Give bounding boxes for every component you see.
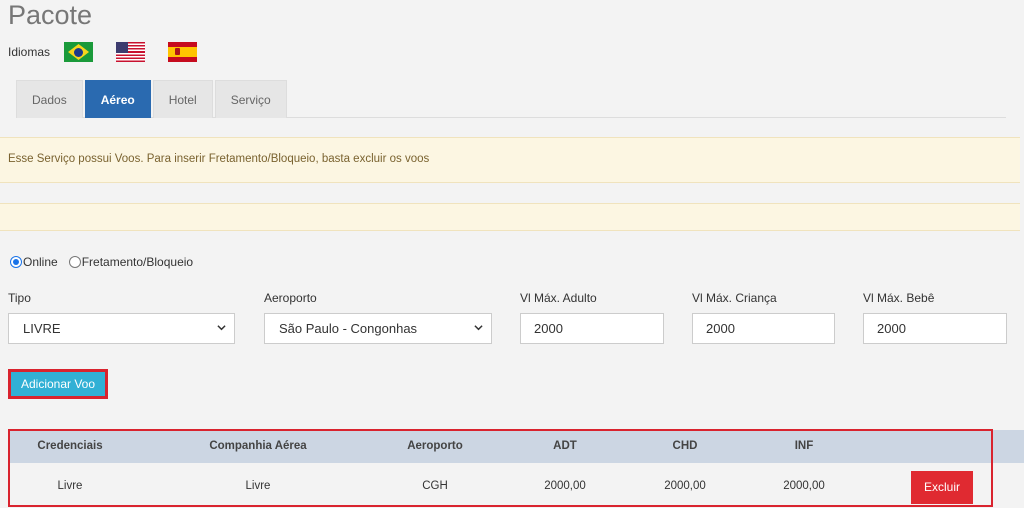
languages-label: Idiomas xyxy=(8,45,51,59)
tab-hotel[interactable]: Hotel xyxy=(152,80,213,118)
spain-flag-icon[interactable] xyxy=(168,42,198,62)
table-header: Credenciais Companhia Aérea Aeroporto AD… xyxy=(10,430,1024,463)
add-flight-button-label: Adicionar Voo xyxy=(11,372,105,396)
info-alert: Esse Serviço possui Voos. Para inserir F… xyxy=(0,137,1020,183)
chevron-down-icon xyxy=(217,325,226,331)
aeroporto-label: Aeroporto xyxy=(264,291,317,305)
header-inf: INF xyxy=(794,440,814,452)
vl-adulto-label: Vl Máx. Adulto xyxy=(520,291,597,305)
vl-adulto-value: 2000 xyxy=(534,321,563,336)
radio-fretamento[interactable]: Fretamento/Bloqueio xyxy=(68,255,194,269)
flights-table: Credenciais Companhia Aérea Aeroporto AD… xyxy=(10,430,1024,508)
tab-bar: Dados Aéreo Hotel Serviço xyxy=(16,80,1006,118)
cell-aeroporto: CGH xyxy=(422,480,448,492)
header-companhia: Companhia Aérea xyxy=(209,440,307,452)
delete-button[interactable]: Excluir xyxy=(911,471,973,504)
aeroporto-select[interactable]: São Paulo - Congonhas xyxy=(264,313,492,344)
vl-crianca-value: 2000 xyxy=(706,321,735,336)
tipo-select[interactable]: LIVRE xyxy=(8,313,235,344)
header-credenciais: Credenciais xyxy=(37,440,103,452)
page-title: Pacote xyxy=(8,0,93,30)
cell-inf: 2000,00 xyxy=(783,480,825,492)
cell-chd: 2000,00 xyxy=(664,480,706,492)
usa-flag-icon[interactable] xyxy=(116,42,146,62)
cell-companhia: Livre xyxy=(245,480,271,492)
tipo-label: Tipo xyxy=(8,291,31,305)
radio-fretamento-label: Fretamento/Bloqueio xyxy=(81,255,194,269)
radio-online[interactable]: Online xyxy=(10,255,58,269)
tab-dados[interactable]: Dados xyxy=(16,80,83,118)
tipo-value: LIVRE xyxy=(23,321,61,336)
vl-crianca-input[interactable]: 2000 xyxy=(692,313,835,344)
cell-adt: 2000,00 xyxy=(544,480,586,492)
radio-online-label: Online xyxy=(23,255,58,269)
header-aeroporto: Aeroporto xyxy=(407,440,463,452)
radio-fretamento-indicator[interactable] xyxy=(68,256,81,268)
vl-adulto-input[interactable]: 2000 xyxy=(520,313,664,344)
header-chd: CHD xyxy=(672,440,698,452)
add-flight-button[interactable]: Adicionar Voo xyxy=(8,369,108,399)
tab-aereo[interactable]: Aéreo xyxy=(84,80,151,118)
table-row xyxy=(10,463,1024,508)
vl-bebe-label: Vl Máx. Bebê xyxy=(863,291,935,305)
language-selector: Idiomas xyxy=(8,40,220,64)
info-alert-text: Esse Serviço possui Voos. Para inserir F… xyxy=(8,153,430,165)
cell-credenciais: Livre xyxy=(57,480,83,492)
empty-alert xyxy=(0,203,1020,231)
tab-servico[interactable]: Serviço xyxy=(214,80,287,118)
chevron-down-icon xyxy=(474,325,483,331)
vl-crianca-label: Vl Máx. Criança xyxy=(692,291,777,305)
header-adt: ADT xyxy=(553,440,577,452)
vl-bebe-input[interactable]: 2000 xyxy=(863,313,1007,344)
brazil-flag-icon[interactable] xyxy=(64,42,94,62)
radio-online-indicator[interactable] xyxy=(10,256,22,268)
vl-bebe-value: 2000 xyxy=(877,321,906,336)
aeroporto-value: São Paulo - Congonhas xyxy=(279,321,418,336)
mode-radio-group: Online Fretamento/Bloqueio xyxy=(10,255,204,269)
